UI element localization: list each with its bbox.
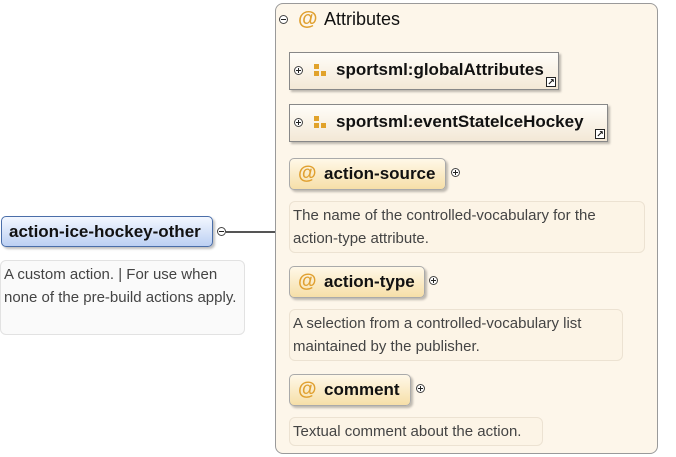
attribute-doc-text: Textual comment about the action. (293, 423, 522, 440)
attribute-name: action-source (324, 164, 436, 183)
attributes-title: Attributes (324, 9, 401, 29)
attribute-group-global[interactable]: sportsml:globalAttributes ↗ (289, 52, 559, 90)
reference-arrow-icon[interactable]: ↗ (546, 77, 556, 87)
connector-line (226, 231, 276, 233)
attribute-group-name: sportsml:globalAttributes (336, 60, 544, 79)
attribute-group-name: sportsml:eventStateIceHockey (336, 112, 584, 131)
at-sign-icon: @ (298, 271, 317, 292)
element-doc: A custom action. | For use when none of … (0, 260, 245, 335)
element-doc-text: A custom action. | For use when none of … (4, 266, 237, 306)
attribute-name: comment (324, 380, 400, 399)
group-expand-icon[interactable] (294, 118, 303, 127)
at-sign-icon: @ (298, 8, 318, 30)
attribute-doc: The name of the controlled-vocabulary fo… (289, 201, 645, 253)
reference-arrow-icon[interactable]: ↗ (595, 129, 605, 139)
attribute-doc-text: The name of the controlled-vocabulary fo… (293, 207, 596, 247)
attribute-expand-icon[interactable] (451, 168, 460, 177)
element-name: action-ice-hockey-other (9, 222, 201, 241)
attribute-expand-icon[interactable] (429, 276, 438, 285)
attribute-name: action-type (324, 272, 415, 291)
element-box[interactable]: action-ice-hockey-other (1, 216, 213, 247)
group-expand-icon[interactable] (294, 66, 303, 75)
attribute-doc-text: A selection from a controlled-vocabulary… (293, 315, 582, 355)
attribute-doc: A selection from a controlled-vocabulary… (289, 309, 623, 361)
attribute-expand-icon[interactable] (416, 384, 425, 393)
element-collapse-icon[interactable] (217, 227, 226, 236)
attribute-group-icon (314, 116, 327, 129)
attributes-collapse-icon[interactable] (279, 15, 288, 24)
attribute-group-event-state[interactable]: sportsml:eventStateIceHockey ↗ (289, 104, 608, 142)
attribute-group-icon (314, 64, 327, 77)
at-sign-icon: @ (298, 163, 317, 184)
at-sign-icon: @ (298, 379, 317, 400)
attribute-action-type[interactable]: @ action-type (289, 266, 425, 298)
attribute-comment[interactable]: @ comment (289, 374, 411, 406)
attribute-action-source[interactable]: @ action-source (289, 158, 446, 190)
attribute-doc: Textual comment about the action. (289, 417, 543, 446)
